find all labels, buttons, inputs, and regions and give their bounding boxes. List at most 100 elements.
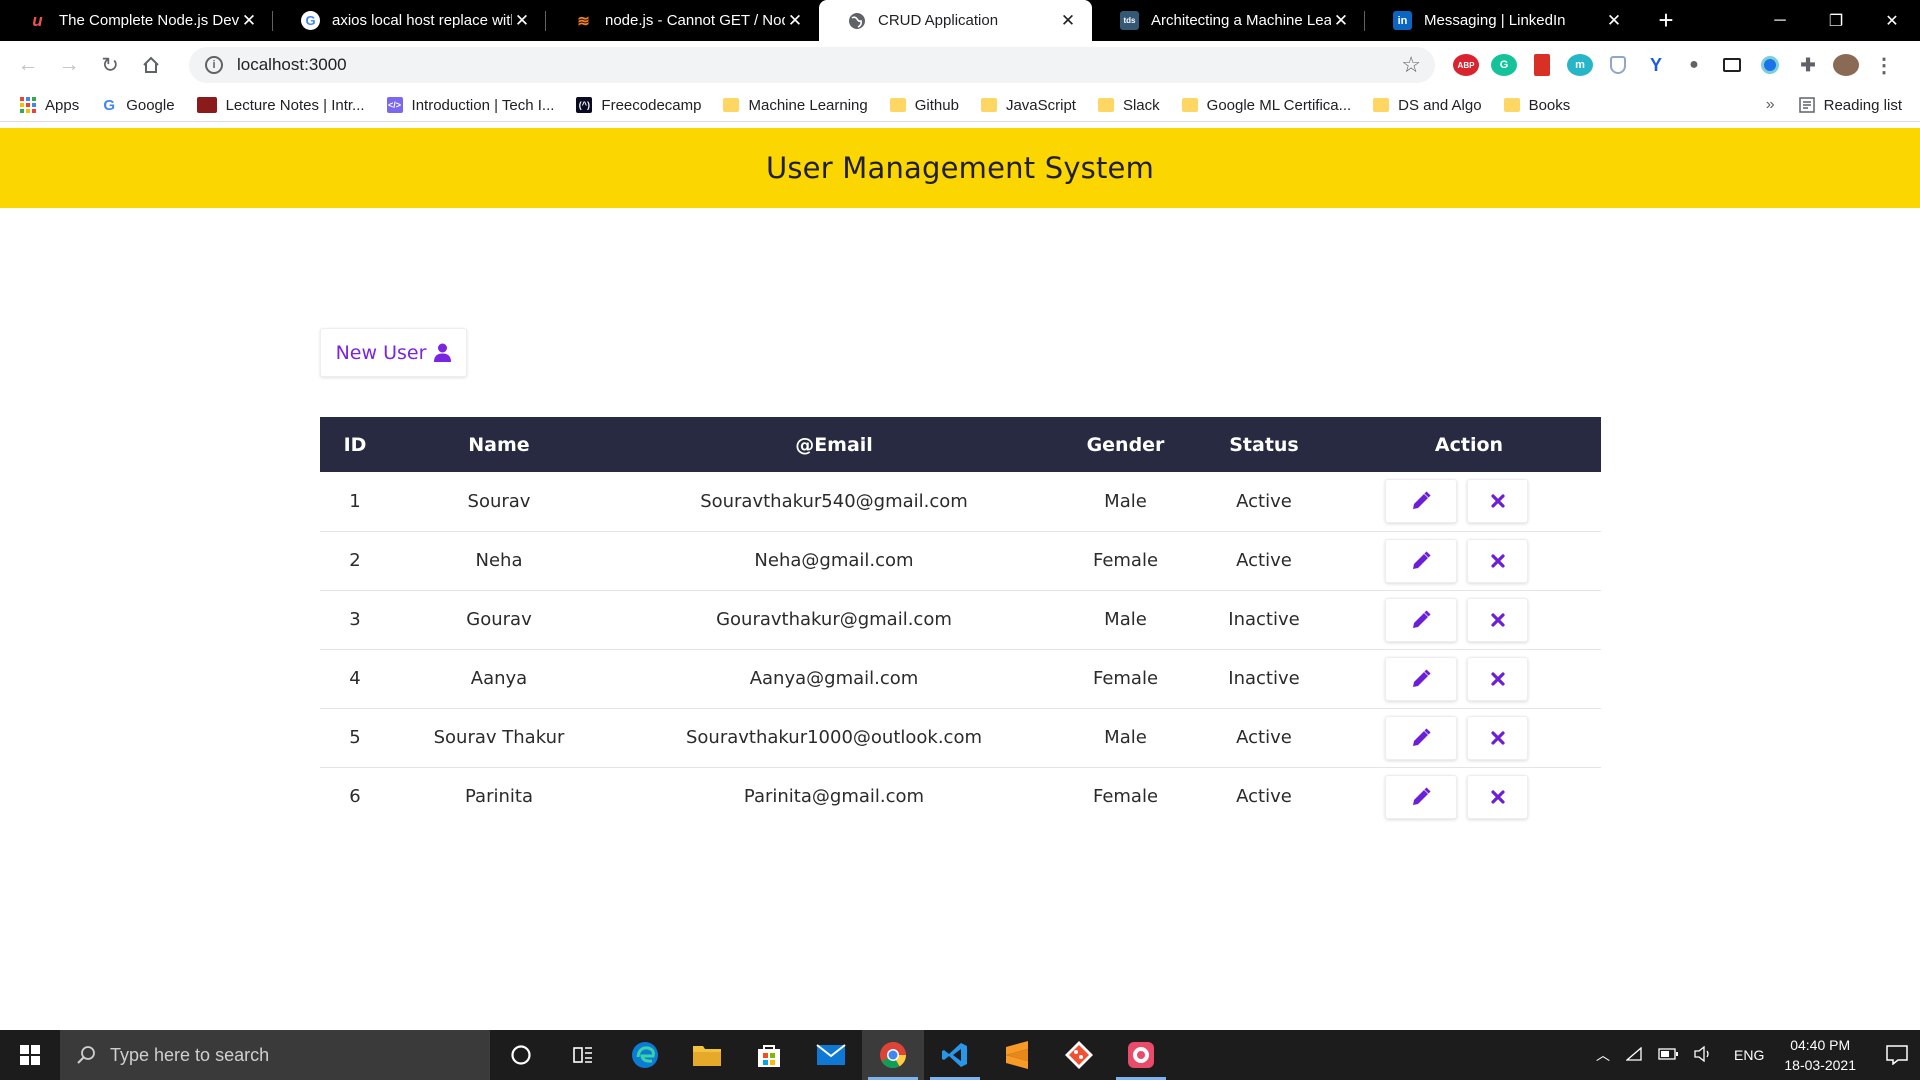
edit-button[interactable] [1385, 597, 1457, 642]
bookmark-star-icon[interactable]: ☆ [1401, 52, 1421, 78]
chrome-icon[interactable] [862, 1030, 924, 1080]
cell-status: Active [1191, 531, 1337, 591]
delete-button[interactable] [1467, 479, 1528, 524]
window-close-icon[interactable]: ✕ [1864, 0, 1920, 41]
new-user-label: New User [335, 341, 427, 364]
restore-icon[interactable]: ❐ [1808, 0, 1864, 41]
avatar[interactable] [1833, 54, 1859, 76]
table-row: 3 Gourav Gouravthakur@gmail.com Male Ina… [320, 590, 1601, 650]
bookmark-javascript[interactable]: JavaScript [980, 97, 1076, 114]
bookmark-google[interactable]: G Google [101, 97, 174, 114]
bookmark-slack[interactable]: Slack [1097, 97, 1160, 114]
delete-button[interactable] [1467, 656, 1528, 701]
language-indicator[interactable]: ENG [1734, 1047, 1764, 1063]
new-tab-button[interactable]: + [1646, 0, 1686, 41]
close-icon[interactable]: ✕ [512, 11, 532, 31]
new-user-button[interactable]: New User [320, 328, 467, 377]
site-info-icon[interactable]: i [205, 56, 223, 74]
bookmark-freecodecamp[interactable]: (^) Freecodecamp [576, 97, 701, 114]
minimize-icon[interactable]: ─ [1752, 0, 1808, 41]
adblock-icon[interactable]: ABP [1453, 54, 1479, 76]
bookmark-machine-learning[interactable]: Machine Learning [723, 97, 868, 114]
bookmark-github[interactable]: Github [889, 97, 959, 114]
grammarly-icon[interactable]: G [1491, 54, 1517, 76]
chevron-up-icon[interactable]: ︿ [1596, 1045, 1610, 1065]
menu-icon[interactable]: ⋮ [1871, 54, 1897, 77]
battery-icon[interactable] [1658, 1047, 1679, 1063]
puzzle-icon[interactable]: ✚ [1795, 54, 1821, 76]
bulb-icon[interactable]: ● [1681, 54, 1707, 76]
task-view-icon[interactable] [552, 1030, 614, 1080]
edit-button[interactable] [1385, 656, 1457, 701]
browser-tab-google-search[interactable]: G axios local host replace with lo ✕ [273, 0, 546, 41]
volume-icon[interactable] [1694, 1045, 1712, 1065]
table-row: 6 Parinita Parinita@gmail.com Female Act… [320, 767, 1601, 826]
cell-actions [1337, 649, 1601, 709]
delete-button[interactable] [1467, 774, 1528, 819]
browser-tab-linkedin[interactable]: in Messaging | LinkedIn ✕ [1365, 0, 1638, 41]
tab-title: The Complete Node.js Develo [59, 12, 239, 29]
pip-icon[interactable] [1723, 58, 1741, 72]
cell-status: Inactive [1191, 649, 1337, 709]
store-icon[interactable] [738, 1030, 800, 1080]
mail-icon[interactable] [800, 1030, 862, 1080]
system-tray: ︿ ENG 04:40 PM 18-03-2021 [1588, 1030, 1920, 1080]
home-icon[interactable] [131, 45, 171, 85]
cortana-icon[interactable] [490, 1030, 552, 1080]
edit-button[interactable] [1385, 538, 1457, 583]
wifi-icon[interactable] [1625, 1046, 1642, 1064]
reading-list-button[interactable]: Reading list [1798, 97, 1902, 114]
cell-id: 4 [320, 649, 390, 709]
edit-button[interactable] [1385, 774, 1457, 819]
vimium-icon[interactable]: Y [1643, 54, 1669, 76]
browser-tab-stackoverflow[interactable]: ≋ node.js - Cannot GET / Node.j ✕ [546, 0, 819, 41]
cell-gender: Female [1060, 531, 1191, 591]
address-bar[interactable]: i localhost:3000 ☆ [189, 47, 1435, 83]
browser-tab-crud-application[interactable]: CRUD Application ✕ [819, 0, 1092, 41]
bookmarks-overflow-icon[interactable]: » [1766, 96, 1775, 114]
header-email: @Email [795, 433, 873, 456]
delete-button[interactable] [1467, 715, 1528, 760]
sublime-icon[interactable] [986, 1030, 1048, 1080]
delete-button[interactable] [1467, 538, 1528, 583]
taskbar-search-input[interactable]: Type here to search [60, 1030, 490, 1080]
cell-name: Sourav [390, 472, 608, 532]
cell-id: 1 [320, 472, 390, 532]
windows-start-icon[interactable] [0, 1030, 60, 1080]
reload-icon[interactable]: ↻ [90, 45, 130, 85]
file-explorer-icon[interactable] [676, 1030, 738, 1080]
shield-icon[interactable] [1610, 56, 1626, 74]
target-icon[interactable] [1761, 56, 1779, 74]
notification-icon[interactable] [1874, 1045, 1920, 1065]
close-icon[interactable]: ✕ [1331, 11, 1351, 31]
close-icon[interactable]: ✕ [785, 11, 805, 31]
git-icon[interactable] [1048, 1030, 1110, 1080]
edge-icon[interactable] [614, 1030, 676, 1080]
back-icon[interactable]: ← [8, 45, 48, 85]
bookmark-google-ml[interactable]: Google ML Certifica... [1181, 96, 1352, 114]
bookmark-apps[interactable]: Apps [20, 97, 79, 114]
table-row: 1 Sourav Souravthakur540@gmail.com Male … [320, 472, 1601, 532]
edit-button[interactable] [1385, 715, 1457, 760]
browser-tab-tds[interactable]: tds Architecting a Machine Learni ✕ [1092, 0, 1365, 41]
m-ext-icon[interactable]: m [1567, 54, 1593, 76]
bookmark-lecture-notes[interactable]: Lecture Notes | Intr... [196, 97, 365, 114]
bookmark-ext-icon[interactable] [1534, 54, 1550, 76]
bookmark-introduction[interactable]: </> Introduction | Tech I... [386, 97, 554, 114]
browser-tab-udemy[interactable]: u The Complete Node.js Develo ✕ [0, 0, 273, 41]
cell-name: Gourav [390, 590, 608, 650]
bookmark-books[interactable]: Books [1503, 97, 1570, 114]
bookmark-label: Google ML Certifica... [1206, 96, 1352, 114]
close-icon[interactable]: ✕ [1058, 11, 1078, 31]
taskbar-clock[interactable]: 04:40 PM 18-03-2021 [1784, 1035, 1856, 1075]
close-icon[interactable]: ✕ [1604, 11, 1624, 31]
bookmark-ds-algo[interactable]: DS and Algo [1373, 97, 1482, 114]
vscode-icon[interactable] [924, 1030, 986, 1080]
delete-button[interactable] [1467, 597, 1528, 642]
table-row: 5 Sourav Thakur Souravthakur1000@outlook… [320, 708, 1601, 768]
close-icon[interactable]: ✕ [239, 11, 259, 31]
edit-button[interactable] [1385, 479, 1457, 524]
forward-icon[interactable]: → [49, 45, 89, 85]
header-action: Action [1434, 433, 1504, 456]
screen-recorder-icon[interactable] [1110, 1030, 1172, 1080]
